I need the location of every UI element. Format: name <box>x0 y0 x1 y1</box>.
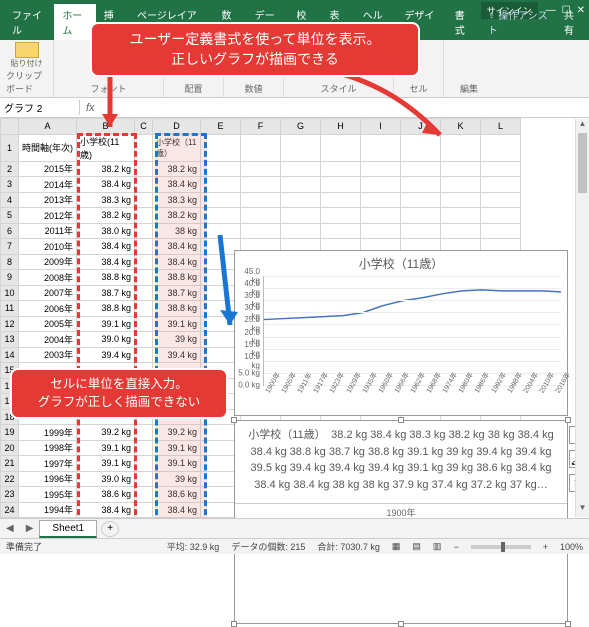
callout-correct: ユーザー定義書式を使って単位を表示。正しいグラフが描画できる <box>90 22 420 77</box>
row-header-20[interactable]: 20 <box>1 440 19 456</box>
row-header-1[interactable]: 1 <box>1 134 19 161</box>
tell-me[interactable]: ♀ 操作アシスト <box>480 4 556 40</box>
row-header-5[interactable]: 5 <box>1 208 19 224</box>
view-normal-icon[interactable]: ▦ <box>392 541 401 552</box>
spreadsheet-grid[interactable]: ABCDEFGHIJKL1 時間軸(年次) 小学校(11歳) 小学校（11歳） … <box>0 118 589 534</box>
tab-file[interactable]: ファイル <box>4 4 54 40</box>
zoom-out-button[interactable]: − <box>453 542 458 552</box>
row-header-4[interactable]: 4 <box>1 192 19 208</box>
chart1-series <box>264 290 561 320</box>
arrow-to-chart2 <box>208 230 248 340</box>
sheet-nav-next[interactable]: ▶ <box>20 523 40 534</box>
share-button[interactable]: 共有 <box>556 4 589 40</box>
sheet-nav-prev[interactable]: ◀ <box>0 523 20 534</box>
row-header-9[interactable]: 9 <box>1 270 19 286</box>
chart1-title: 小学校（11歳） <box>235 251 567 276</box>
zoom-level[interactable]: 100% <box>560 542 583 552</box>
row-header-11[interactable]: 11 <box>1 301 19 317</box>
row-header-7[interactable]: 7 <box>1 239 19 255</box>
row-header-19[interactable]: 19 <box>1 425 19 441</box>
row-header-14[interactable]: 14 <box>1 347 19 363</box>
row-header-10[interactable]: 10 <box>1 285 19 301</box>
sheet-tab-1[interactable]: Sheet1 <box>39 520 97 538</box>
row-header-22[interactable]: 22 <box>1 471 19 487</box>
status-bar: 準備完了 平均: 32.9 kg データの個数: 215 合計: 7030.7 … <box>0 538 589 554</box>
vertical-scrollbar[interactable]: ▲ ▼ <box>575 119 589 517</box>
paste-icon[interactable] <box>15 42 39 58</box>
view-pagelayout-icon[interactable]: ▤ <box>412 541 421 552</box>
chart2-content: 小学校（11歳） 38.2 kg 38.4 kg 38.3 kg 38.2 kg… <box>235 421 567 499</box>
row-header-23[interactable]: 23 <box>1 487 19 503</box>
status-average: 平均: 32.9 kg <box>167 540 220 553</box>
zoom-in-button[interactable]: + <box>543 542 548 552</box>
status-ready: 準備完了 <box>6 540 42 553</box>
row-header-8[interactable]: 8 <box>1 254 19 270</box>
new-sheet-button[interactable]: + <box>101 521 119 537</box>
col-header-L[interactable]: L <box>481 119 521 135</box>
zoom-slider[interactable] <box>471 545 531 549</box>
row-header-12[interactable]: 12 <box>1 316 19 332</box>
col-header-E[interactable]: E <box>201 119 241 135</box>
col-header-A[interactable]: A <box>19 119 77 135</box>
row-header-6[interactable]: 6 <box>1 223 19 239</box>
scroll-down-icon[interactable]: ▼ <box>576 503 589 517</box>
name-box[interactable]: グラフ 2 <box>0 100 80 115</box>
tab-format[interactable]: 書式 <box>447 4 480 40</box>
chart2-xaxis: 1900年 <box>235 503 567 519</box>
sheet-tabs: ◀ ▶ Sheet1 + <box>0 518 589 538</box>
chart1-xticks: 1900年1905年1911年1917年1923年1929年1935年1950年… <box>263 390 561 400</box>
row-header-24[interactable]: 24 <box>1 502 19 518</box>
status-count: データの個数: 215 <box>231 540 305 553</box>
row-header-13[interactable]: 13 <box>1 332 19 348</box>
scroll-up-icon[interactable]: ▲ <box>576 119 589 133</box>
col-header-D[interactable]: D <box>153 119 201 135</box>
group-clipboard: クリップボード <box>6 69 47 95</box>
chart1-plot: 0.0 kg5.0 kg10.0 kg15.0 kg20.0 kg25.0 kg… <box>263 276 561 386</box>
paste-label: 貼り付け <box>11 58 43 69</box>
row-header-21[interactable]: 21 <box>1 456 19 472</box>
chart-correct[interactable]: 小学校（11歳） 0.0 kg5.0 kg10.0 kg15.0 kg20.0 … <box>234 250 568 416</box>
scroll-thumb[interactable] <box>578 133 587 193</box>
callout-incorrect: セルに単位を直接入力。グラフが正しく描画できない <box>10 368 228 419</box>
row-header-3[interactable]: 3 <box>1 177 19 193</box>
group-align: 配置 <box>184 82 202 95</box>
view-pagebreak-icon[interactable]: ▥ <box>433 541 442 552</box>
col-header-C[interactable]: C <box>135 119 153 135</box>
row-header-2[interactable]: 2 <box>1 161 19 177</box>
status-sum: 合計: 7030.7 kg <box>317 540 380 553</box>
